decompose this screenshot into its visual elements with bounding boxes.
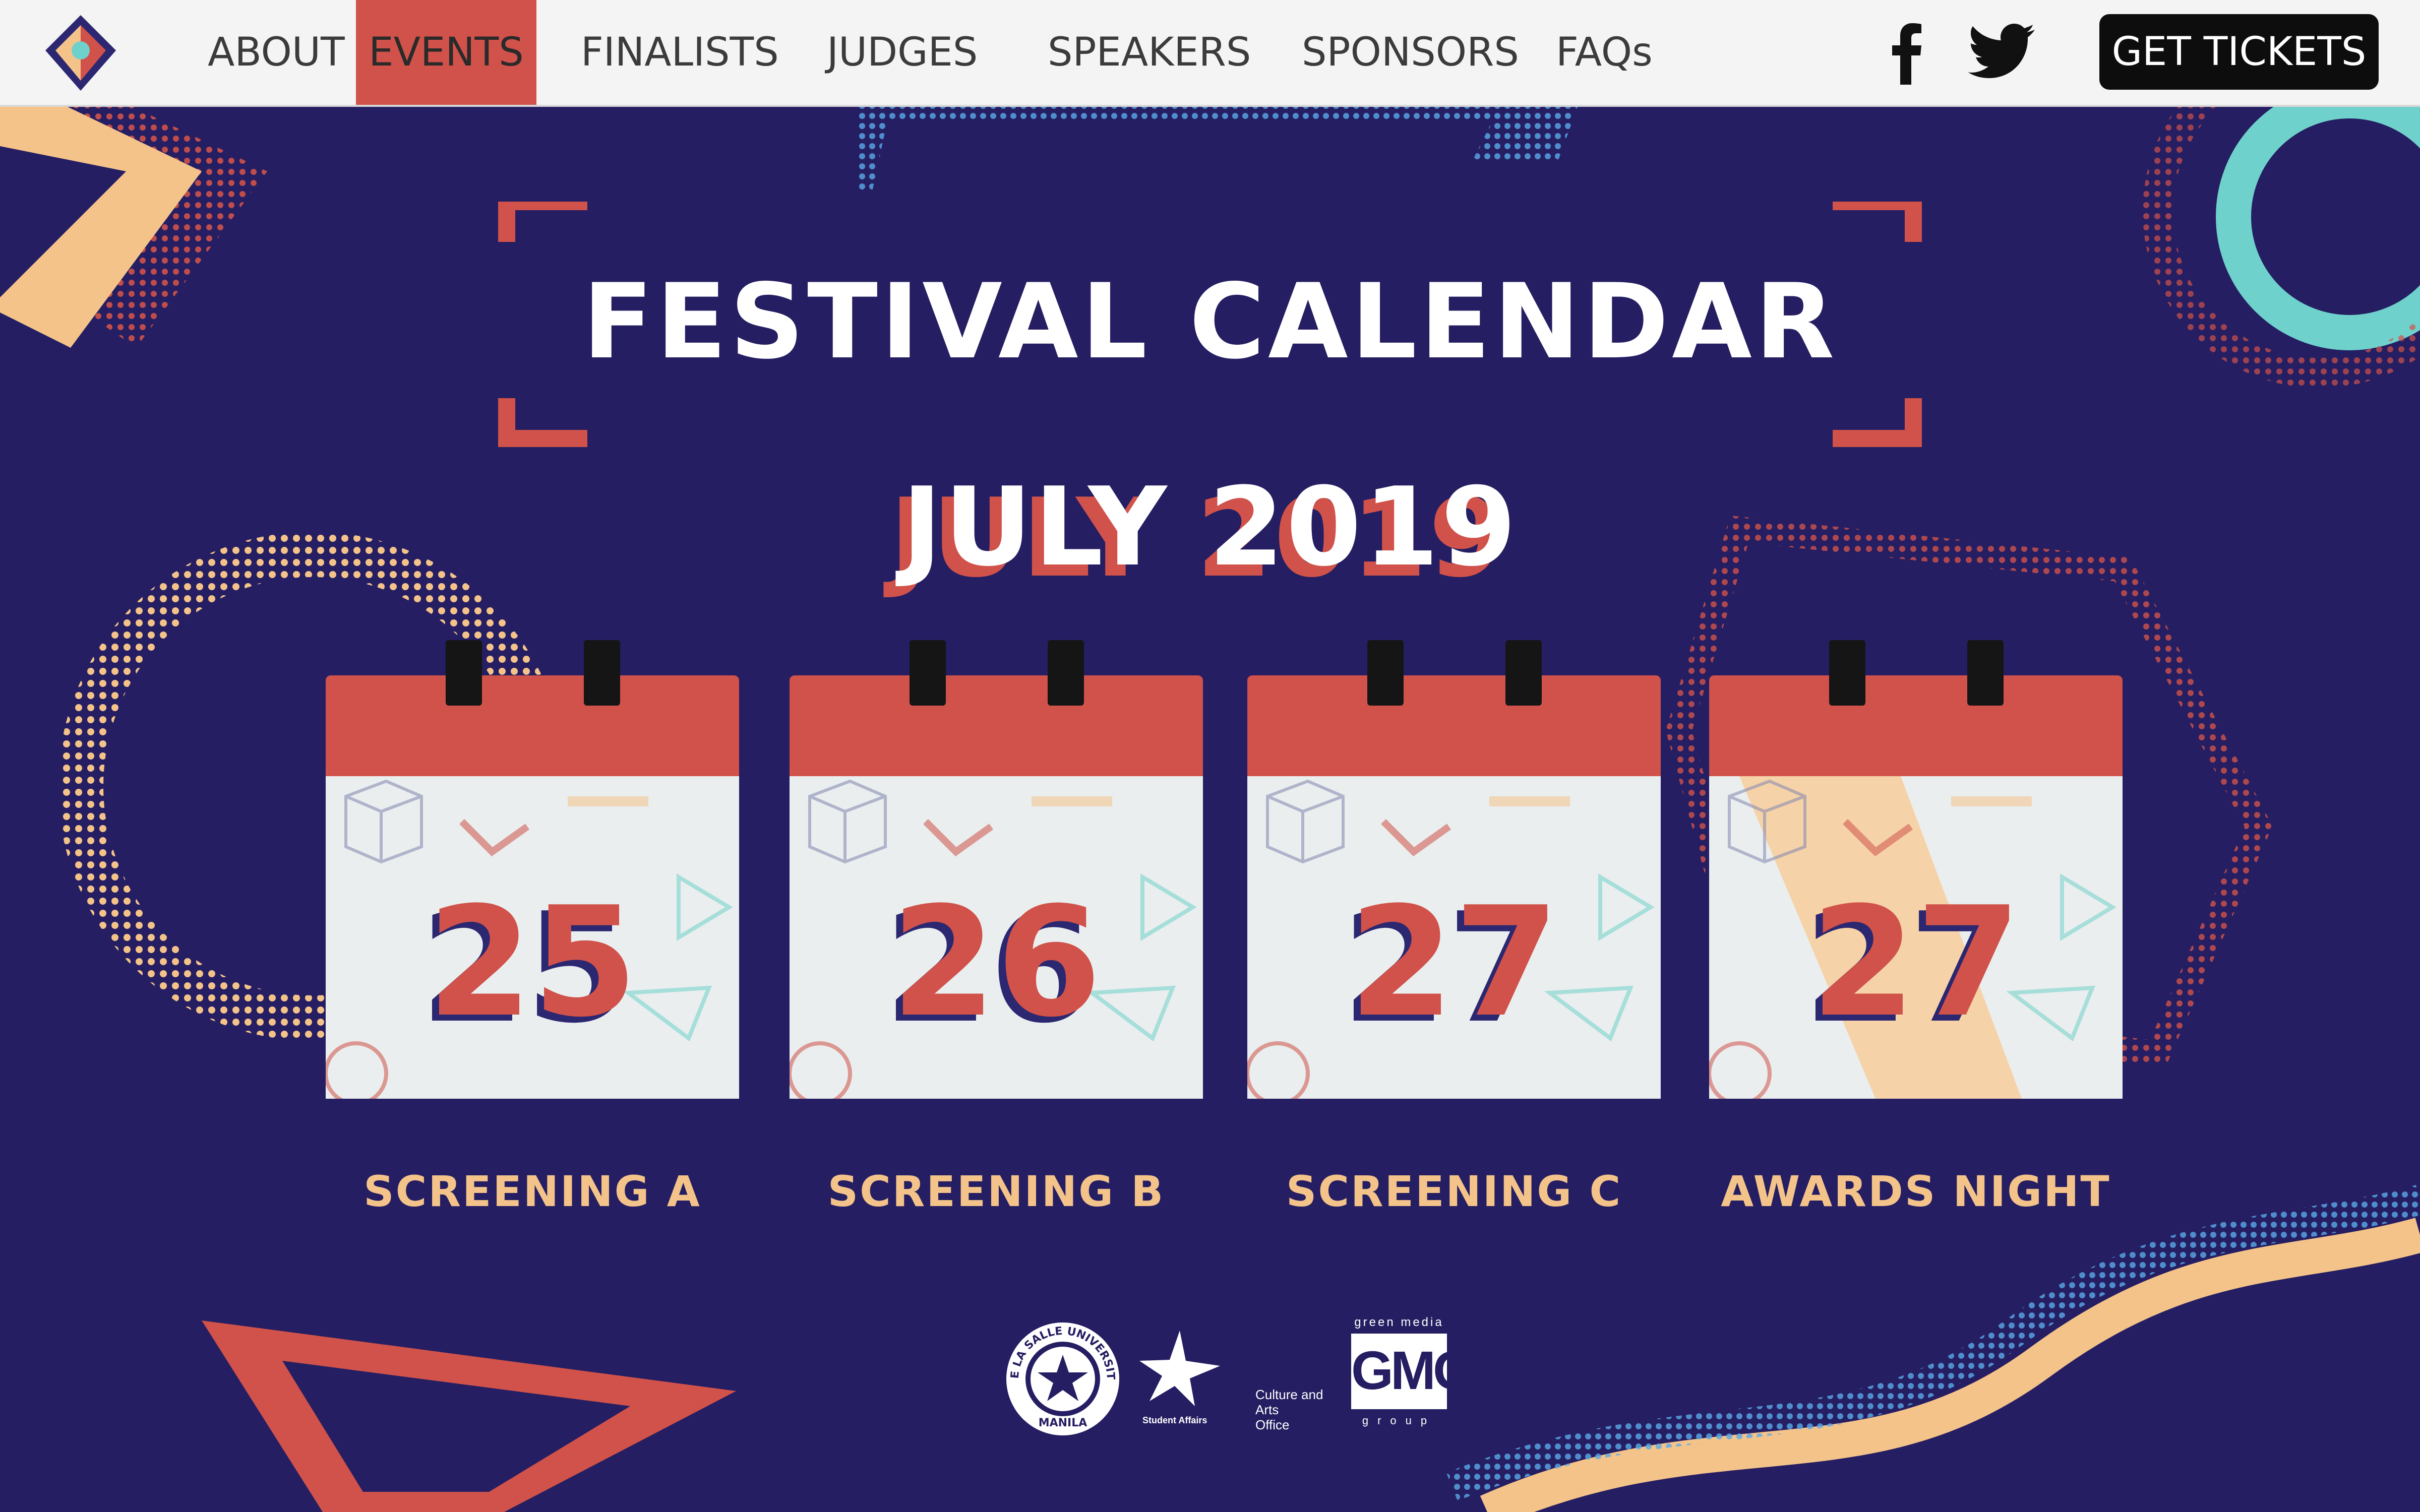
calendar-card-4[interactable]: 27 AWARDS NIGHT [1709, 640, 2123, 1216]
page-title: FESTIVAL CALENDAR [582, 262, 1838, 382]
footer-logos: DE LA SALLE UNIVERSITY MANILA Student Af… [1003, 1315, 1475, 1441]
twitter-icon[interactable] [1965, 19, 2036, 85]
culture-arts-office-label: Culture and Arts Office [1255, 1387, 1323, 1432]
calendar-header [1709, 675, 2123, 776]
calendar-date: 27 [1349, 874, 1559, 1050]
calendar-ring [584, 640, 620, 706]
dotted-parallelogram [857, 106, 1578, 192]
calendar-card-3[interactable]: 27 SCREENING C [1247, 640, 1661, 1216]
calendar-card-1[interactable]: 25 SCREENING A [326, 640, 739, 1216]
gmg-logo: green media GMG group [1351, 1315, 1475, 1427]
nav-item-about[interactable]: ABOUT [208, 0, 345, 105]
student-affairs-label: Student Affairs [1142, 1415, 1207, 1425]
calendar-card-2[interactable]: 26 SCREENING B [790, 640, 1203, 1216]
event-label[interactable]: SCREENING B [759, 1167, 1233, 1216]
calendar-date: 25 [427, 874, 638, 1050]
get-tickets-button[interactable]: GET TICKETS [2099, 14, 2379, 90]
calendar-ring [910, 640, 946, 706]
nav-item-faqs[interactable]: FAQs [1556, 0, 1653, 105]
month-heading-text: JULY 2019 [901, 464, 1519, 590]
calendar-ring [1048, 640, 1084, 706]
student-affairs-star-icon [1139, 1331, 1220, 1406]
nav-item-events[interactable]: EVENTS [356, 0, 536, 105]
nav-item-sponsors[interactable]: SPONSORS [1302, 0, 1519, 105]
event-label[interactable]: AWARDS NIGHT [1679, 1167, 2153, 1216]
calendar-date: 27 [1810, 874, 2021, 1050]
nav-item-speakers[interactable]: SPEAKERS [1048, 0, 1251, 105]
gmg-mark: GMG [1351, 1340, 1475, 1401]
calendar-ring [1967, 640, 2004, 706]
calendar-header [790, 675, 1203, 776]
nav-item-judges[interactable]: JUDGES [827, 0, 978, 105]
facebook-icon[interactable] [1886, 19, 1929, 85]
calendar-ring [446, 640, 482, 706]
dlsu-seal-icon: DE LA SALLE UNIVERSITY MANILA [1003, 1319, 1119, 1435]
calendar-header [1247, 675, 1661, 776]
festival-logo[interactable] [40, 10, 121, 96]
calendar-date: 26 [891, 874, 1102, 1050]
calendar-header [326, 675, 739, 776]
calendar-ring [1367, 640, 1404, 706]
event-label[interactable]: SCREENING A [295, 1167, 769, 1216]
dlsu-seal-subtext: MANILA [1039, 1417, 1087, 1429]
nav-item-finalists[interactable]: FINALISTS [581, 0, 779, 105]
month-heading: JULY 2019 JULY 2019 [0, 464, 2420, 601]
calendar-ring [1505, 640, 1542, 706]
event-label[interactable]: SCREENING C [1217, 1167, 1691, 1216]
top-nav: ABOUT EVENTS FINALISTS JUDGES SPEAKERS S… [0, 0, 2420, 107]
calendar-ring [1829, 640, 1865, 706]
